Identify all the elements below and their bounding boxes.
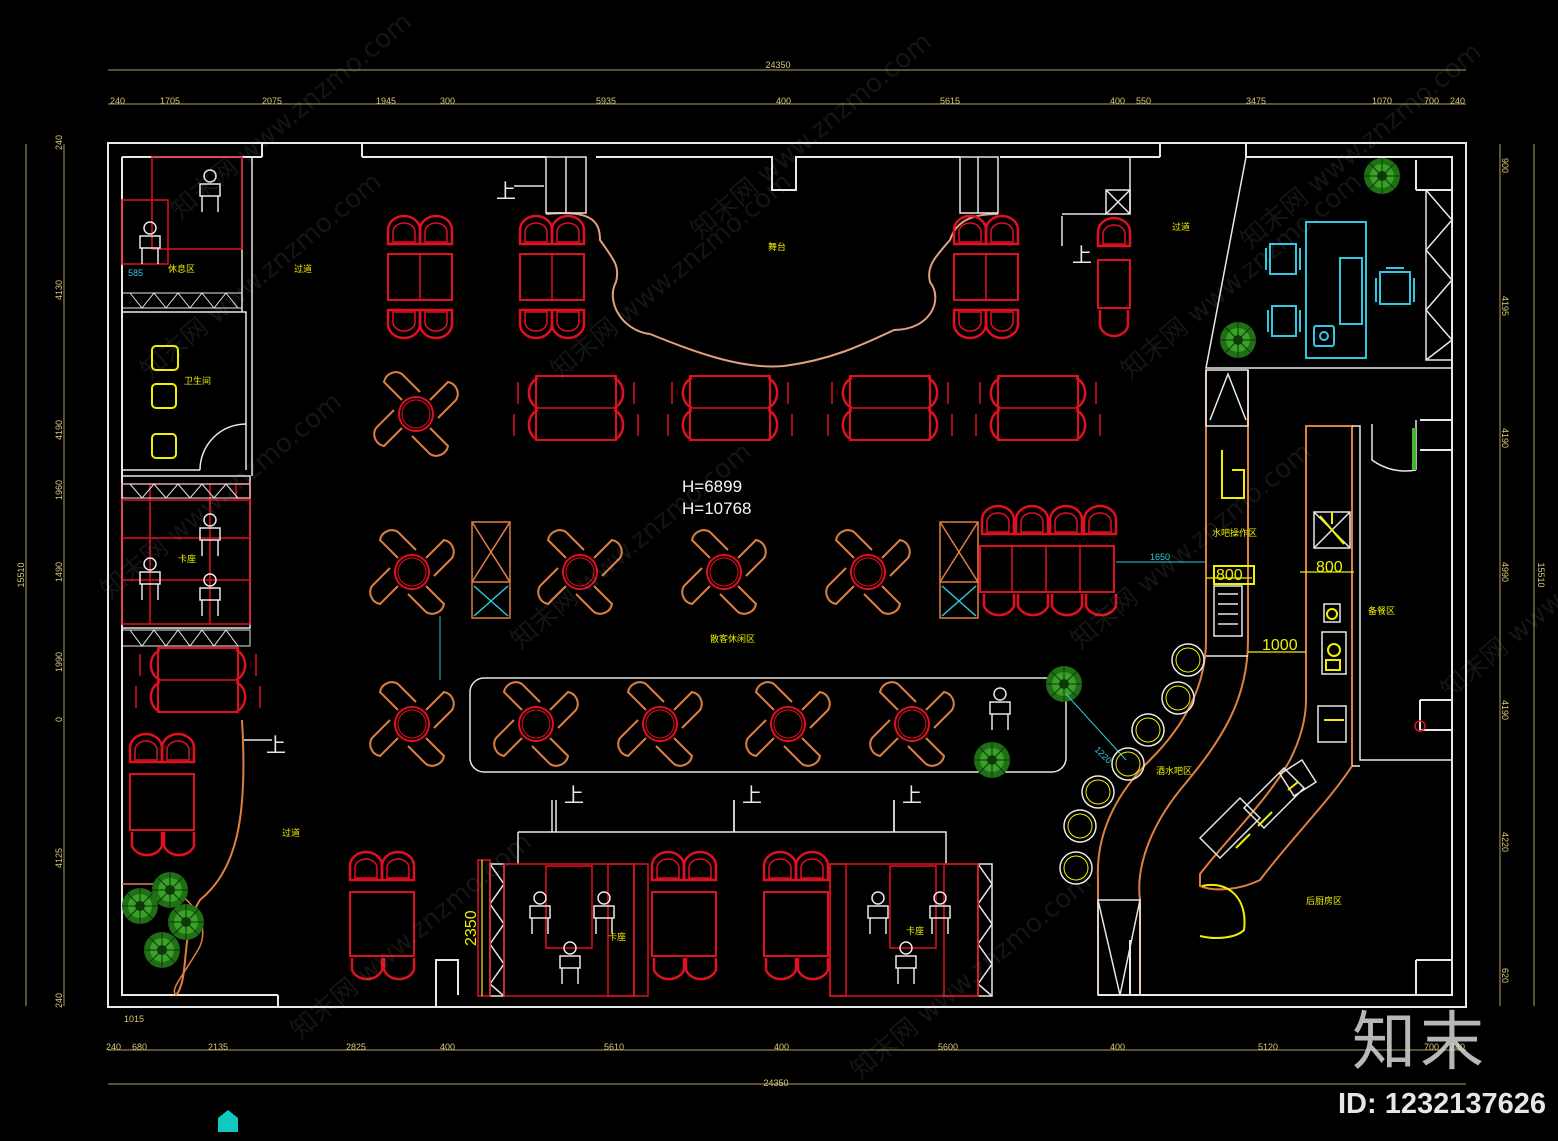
- dim-800-a: 800: [1216, 567, 1243, 584]
- up-label-6: 上: [902, 783, 922, 807]
- floor-plan-canvas: 24350 240 1705 2075 1945 300 5935 400 56…: [0, 0, 1558, 1141]
- dim-total-right: 15510: [1536, 562, 1546, 587]
- label-kitchen: 后厨房区: [1306, 895, 1342, 907]
- dim-bottom-4: 400: [440, 1042, 455, 1052]
- dim-right-4: 4190: [1500, 700, 1510, 720]
- dim-top-1: 1705: [160, 96, 180, 106]
- label-booth-1: 卡座: [178, 553, 196, 565]
- dim-total-left: 15510: [16, 562, 26, 587]
- dim-top-6: 400: [776, 96, 791, 106]
- dim-right-5: 4220: [1500, 832, 1510, 852]
- dim-left-5: 1990: [54, 652, 64, 672]
- dim-right-3: 4990: [1500, 562, 1510, 582]
- dim-top-0: 240: [110, 96, 125, 106]
- label-dining: 散客休闲区: [710, 633, 755, 645]
- dim-left-0: 240: [54, 135, 64, 150]
- watermark-site-10: 知末网 www.znzmo.com: [685, 27, 937, 246]
- dim-cyan-585: 585: [128, 268, 143, 278]
- label-stage: 舞台: [768, 241, 786, 253]
- dim-right-6: 620: [1500, 968, 1510, 983]
- dim-bottom-6: 400: [774, 1042, 789, 1052]
- up-label-4: 上: [564, 783, 584, 807]
- dim-small-left: 1015: [124, 1014, 144, 1024]
- dim-right-1: 4195: [1500, 296, 1510, 316]
- dim-bottom-5: 5610: [604, 1042, 624, 1052]
- dim-top-4: 300: [440, 96, 455, 106]
- watermark-site-3: 知末网 www.znzmo.com: [95, 387, 347, 606]
- dim-left-6: 0: [54, 717, 64, 722]
- dim-top-7: 5615: [940, 96, 960, 106]
- label-booth-3: 卡座: [906, 925, 924, 937]
- dim-left-1: 4130: [54, 280, 64, 300]
- dim-bottom-9: 5120: [1258, 1042, 1278, 1052]
- label-toilet: 卫生间: [184, 375, 211, 387]
- up-label-3: 上: [266, 733, 286, 757]
- label-corridor-3: 过道: [1172, 221, 1190, 233]
- watermark-id: ID: 1232137626: [1338, 1088, 1546, 1120]
- up-label-5: 上: [742, 783, 762, 807]
- floor-plan-drawing: 24350 240 1705 2075 1945 300 5935 400 56…: [16, 7, 1558, 1132]
- dim-800-b: 800: [1316, 559, 1343, 576]
- dim-bottom-2: 2135: [208, 1042, 228, 1052]
- watermark-site-8: 知末网 www.znzmo.com: [1435, 487, 1558, 706]
- up-label-1: 上: [496, 179, 516, 203]
- watermark-brand: 知末: [1352, 1006, 1488, 1080]
- dim-top-2: 2075: [262, 96, 282, 106]
- dim-top-8: 400: [1110, 96, 1125, 106]
- label-bar: 酒水吧区: [1156, 765, 1192, 777]
- dim-left-3: 1960: [54, 480, 64, 500]
- dim-left-2: 4190: [54, 420, 64, 440]
- north-marker-icon: [218, 1110, 238, 1132]
- dim-cyan-1220: 1220: [1093, 744, 1114, 765]
- dim-left-4: 1490: [54, 562, 64, 582]
- dim-total-bottom: 24350: [763, 1078, 788, 1088]
- up-label-2: 上: [1072, 243, 1092, 267]
- dim-bottom-1: 680: [132, 1042, 147, 1052]
- dim-top-3: 1945: [376, 96, 396, 106]
- dim-total-top: 24350: [765, 60, 790, 70]
- dim-right-2: 4190: [1500, 428, 1510, 448]
- dim-top-13: 240: [1450, 96, 1465, 106]
- label-wait: 休息区: [168, 263, 195, 275]
- label-corridor-2: 过道: [282, 827, 300, 839]
- watermark-site-4: 知末网 www.znzmo.com: [505, 437, 757, 656]
- dim-top-10: 3475: [1246, 96, 1266, 106]
- dim-top-9: 550: [1136, 96, 1151, 106]
- dim-2350: 2350: [463, 910, 480, 946]
- dim-bottom-0: 240: [106, 1042, 121, 1052]
- dim-top-5: 5935: [596, 96, 616, 106]
- dim-left-7: 4125: [54, 848, 64, 868]
- dim-bottom-8: 400: [1110, 1042, 1125, 1052]
- dim-right-0: 900: [1500, 158, 1510, 173]
- dim-bottom-7: 5600: [938, 1042, 958, 1052]
- label-kitchen-prep: 备餐区: [1368, 605, 1395, 617]
- label-booth-2: 卡座: [608, 931, 626, 943]
- dim-bottom-3: 2825: [346, 1042, 366, 1052]
- dim-left-8: 240: [54, 993, 64, 1008]
